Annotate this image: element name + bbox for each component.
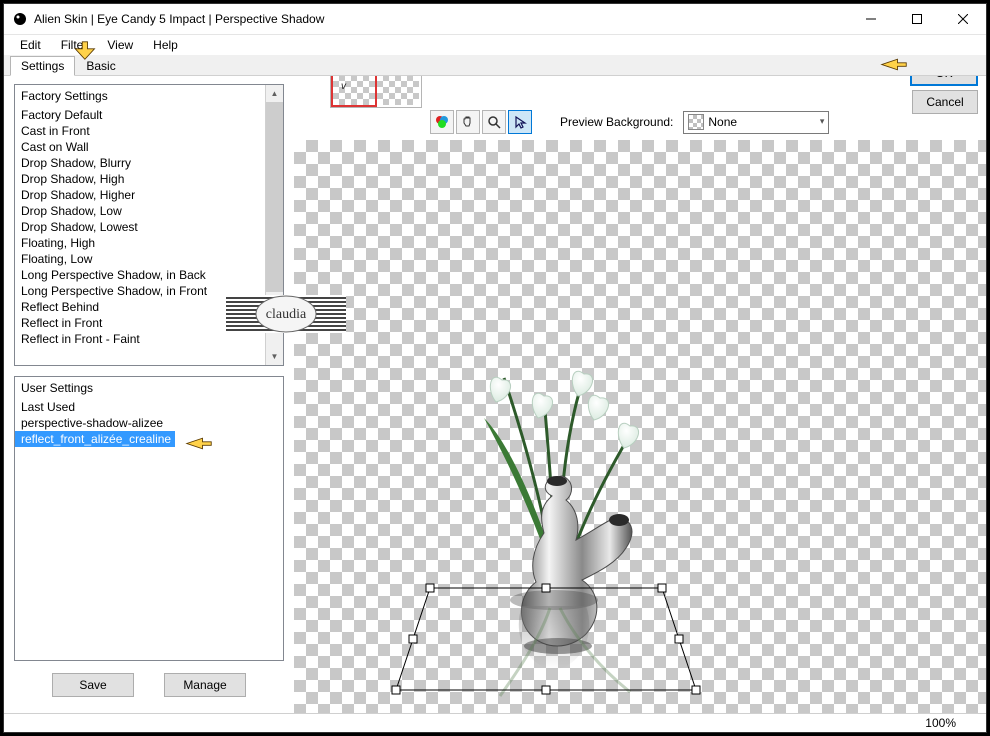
scroll-down-icon[interactable]: ▼ [266,348,283,365]
move-tool-icon[interactable] [508,110,532,134]
list-item[interactable]: Cast on Wall [15,139,265,155]
transparency-swatch-icon [688,114,704,130]
maximize-button[interactable] [894,4,940,34]
navigator-thumb[interactable]: v [333,76,375,105]
save-button[interactable]: Save [52,673,134,697]
transform-bounding-box[interactable] [390,580,700,713]
scroll-up-icon[interactable]: ▲ [266,85,283,102]
cancel-button[interactable]: Cancel [912,90,978,114]
preview-bg-label: Preview Background: [560,115,673,129]
preview-canvas[interactable] [294,140,986,713]
list-item[interactable]: Floating, High [15,235,265,251]
factory-scrollbar[interactable]: ▲ ▼ [265,85,283,365]
tab-settings[interactable]: Settings [10,56,75,76]
pointer-icon [185,433,213,455]
zoom-level: 100% [925,716,956,730]
menu-help[interactable]: Help [145,36,186,54]
minimize-button[interactable] [848,4,894,34]
chevron-down-icon: ▾ [820,116,825,127]
menubar: Edit Filter View Help [4,35,986,55]
list-item[interactable]: Drop Shadow, Lowest [15,219,265,235]
list-item[interactable]: Factory Default [15,107,265,123]
user-settings-list[interactable]: User Settings Last Used perspective-shad… [14,376,284,661]
factory-settings-list[interactable]: Factory Settings Factory Default Cast in… [14,84,284,366]
tabbar: Settings Basic [4,55,986,76]
ok-button[interactable]: OK [910,76,978,86]
manage-button[interactable]: Manage [164,673,246,697]
list-item[interactable]: Long Perspective Shadow, in Front [15,283,265,299]
list-item[interactable]: Reflect in Front - Faint [15,331,265,347]
list-item[interactable]: Reflect Behind [15,299,265,315]
preview-bg-value: None [708,115,737,129]
navigator-thumb[interactable] [377,76,419,105]
color-tool-icon[interactable] [430,110,454,134]
zoom-tool-icon[interactable] [482,110,506,134]
list-item[interactable]: Reflect in Front [15,315,265,331]
app-icon [12,11,28,27]
scroll-thumb[interactable] [266,102,283,292]
list-item[interactable]: Floating, Low [15,251,265,267]
list-item[interactable]: Drop Shadow, Low [15,203,265,219]
list-item[interactable]: Cast in Front [15,123,265,139]
window-title: Alien Skin | Eye Candy 5 Impact | Perspe… [34,12,324,26]
list-item[interactable]: Drop Shadow, Higher [15,187,265,203]
factory-settings-header: Factory Settings [15,85,265,107]
tab-basic[interactable]: Basic [75,56,126,75]
menu-filter[interactable]: Filter [53,36,96,54]
list-item[interactable]: Last Used [15,399,283,415]
list-item[interactable]: perspective-shadow-alizee [15,415,283,431]
close-button[interactable] [940,4,986,34]
list-item[interactable]: Drop Shadow, Blurry [15,155,265,171]
list-item-selected[interactable]: reflect_front_alizée_crealine [15,431,175,447]
menu-view[interactable]: View [99,36,141,54]
hand-tool-icon[interactable] [456,110,480,134]
list-item[interactable]: Drop Shadow, High [15,171,265,187]
user-settings-header: User Settings [15,377,283,399]
list-item[interactable]: Long Perspective Shadow, in Back [15,267,265,283]
menu-edit[interactable]: Edit [12,36,49,54]
navigator-strip: v [330,76,422,108]
preview-bg-dropdown[interactable]: None ▾ [683,111,829,134]
